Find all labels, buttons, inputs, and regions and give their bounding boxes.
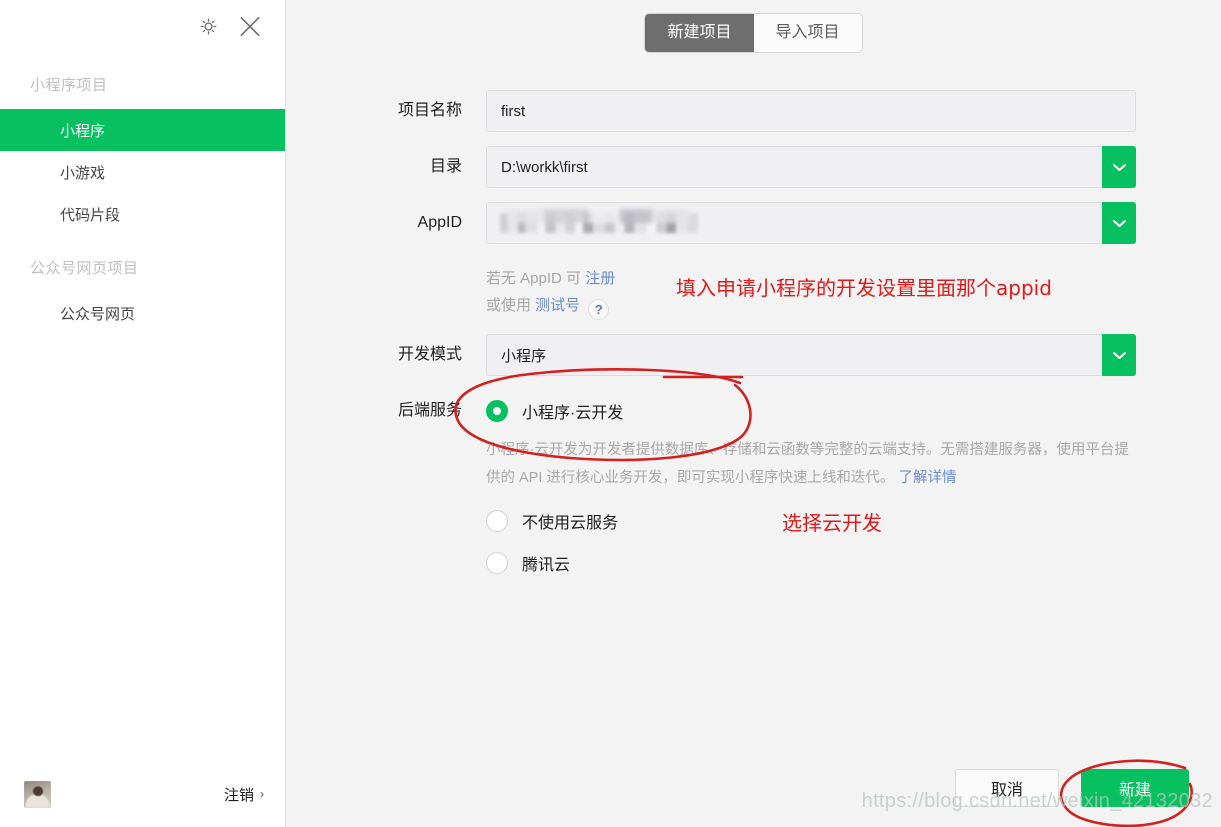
directory-label: 目录	[429, 158, 462, 175]
appid-masked-value-overlay	[508, 209, 688, 223]
sidebar-group-title-official-account: 公众号网页项目	[30, 260, 139, 277]
sidebar: 小程序项目 小程序 小游戏 代码片段 公众号网页项目 公众号网页 注销 ›	[0, 0, 286, 827]
close-icon[interactable]	[237, 13, 263, 39]
avatar[interactable]	[24, 780, 51, 808]
chevron-right-icon: ›	[260, 787, 264, 801]
appid-label: AppID	[417, 214, 462, 231]
project-name-input[interactable]	[486, 90, 1136, 132]
dialog-footer: 取消 新建	[955, 769, 1189, 807]
radio-label: 小程序·云开发	[522, 405, 624, 422]
sidebar-item-minigame[interactable]: 小游戏	[0, 151, 285, 193]
field-row-project-name: 项目名称	[286, 90, 1221, 132]
backend-service-label: 后端服务	[397, 402, 462, 419]
create-button[interactable]: 新建	[1081, 769, 1189, 807]
backend-service-description: 小程序·云开发为开发者提供数据库、存储和云函数等完整的云端支持。无需搭建服务器，…	[486, 432, 1141, 500]
tab-bar: 新建项目 导入项目	[286, 0, 1221, 52]
radio-label: 腾讯云	[522, 557, 571, 574]
dev-mode-dropdown-button[interactable]	[1102, 334, 1136, 376]
window-controls	[0, 0, 285, 52]
radio-tencent-cloud[interactable]: 腾讯云	[486, 542, 1136, 584]
sidebar-footer: 注销 ›	[0, 761, 286, 827]
logout-label: 注销	[223, 786, 254, 804]
directory-input[interactable]	[486, 146, 1136, 188]
register-link[interactable]: 注册	[585, 270, 615, 287]
new-project-dialog: 小程序项目 小程序 小游戏 代码片段 公众号网页项目 公众号网页 注销 › 新建…	[0, 0, 1221, 827]
sidebar-item-label: 小游戏	[60, 164, 106, 182]
appid-hint: 若无 AppID 可 注册 或使用 测试号?	[486, 258, 1136, 320]
sidebar-item-label: 代码片段	[60, 206, 121, 224]
cancel-button[interactable]: 取消	[955, 769, 1059, 807]
learn-more-link[interactable]: 了解详情	[898, 470, 956, 486]
sidebar-item-miniprogram[interactable]: 小程序	[0, 109, 285, 151]
appid-dropdown-button[interactable]	[1102, 202, 1136, 244]
test-account-link[interactable]: 测试号	[535, 297, 580, 314]
help-icon[interactable]: ?	[588, 299, 610, 320]
tab-new-project[interactable]: 新建项目	[645, 14, 754, 52]
radio-icon	[486, 552, 508, 574]
radio-cloud-development[interactable]: 小程序·云开发	[486, 390, 1136, 432]
radio-icon-selected	[486, 400, 508, 422]
chevron-down-icon	[1112, 163, 1126, 171]
project-name-label: 项目名称	[397, 102, 462, 119]
field-row-dev-mode: 开发模式	[286, 334, 1221, 376]
description-text: 小程序·云开发为开发者提供数据库、存储和云函数等完整的云端支持。无需搭建服务器，…	[486, 442, 1129, 486]
radio-no-cloud-service[interactable]: 不使用云服务	[486, 500, 1136, 542]
field-row-appid-hint: 若无 AppID 可 注册 或使用 测试号?	[286, 258, 1221, 320]
sidebar-item-label: 公众号网页	[60, 305, 136, 323]
dev-mode-label: 开发模式	[397, 346, 462, 363]
sidebar-item-official-account-page[interactable]: 公众号网页	[0, 292, 285, 334]
chevron-down-icon	[1112, 351, 1126, 359]
logout-button[interactable]: 注销 ›	[224, 784, 264, 805]
chevron-down-icon	[1112, 219, 1126, 227]
tab-import-project[interactable]: 导入项目	[753, 14, 862, 52]
sidebar-item-label: 小程序	[60, 122, 106, 140]
dev-mode-select[interactable]	[486, 334, 1136, 376]
main-panel: 新建项目 导入项目 项目名称 目录	[286, 0, 1221, 827]
radio-icon	[486, 510, 508, 532]
sidebar-group-title-miniprogram: 小程序项目	[30, 77, 108, 94]
directory-dropdown-button[interactable]	[1102, 146, 1136, 188]
field-row-appid: AppID	[286, 202, 1221, 244]
sidebar-item-code-snippet[interactable]: 代码片段	[0, 193, 285, 235]
appid-hint-text-2: 或使用	[486, 297, 536, 314]
field-row-backend-service: 后端服务 小程序·云开发 小程序·云开发为开发者提供数据库、存储和云函数等完整的…	[286, 390, 1221, 584]
project-form: 项目名称 目录 AppID	[286, 52, 1221, 584]
field-row-directory: 目录	[286, 146, 1221, 188]
gear-icon[interactable]	[195, 13, 221, 39]
appid-hint-text-1: 若无 AppID 可	[486, 270, 586, 287]
radio-label: 不使用云服务	[522, 515, 619, 532]
